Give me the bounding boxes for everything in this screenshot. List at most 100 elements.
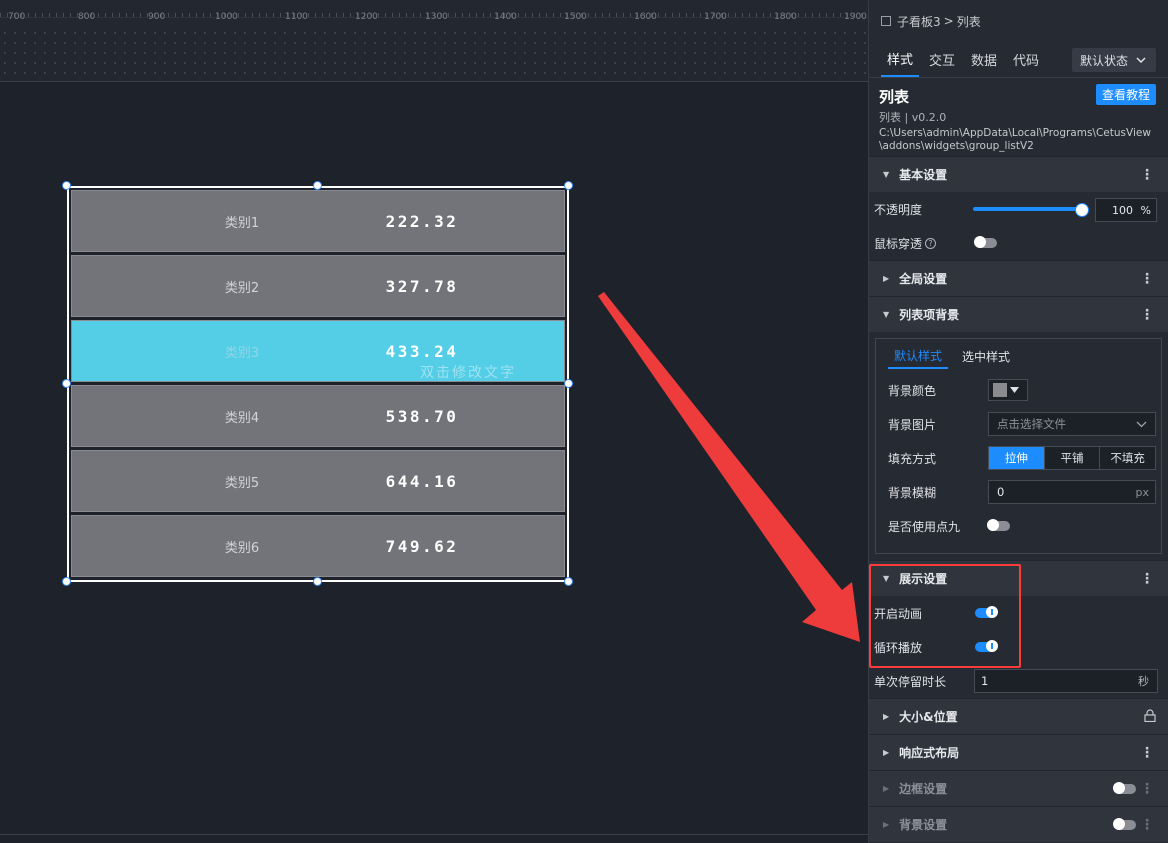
dwell-label: 单次停留时长 xyxy=(874,674,947,689)
list-item[interactable]: 类别2 327.78 xyxy=(71,255,565,317)
section-item-background[interactable]: ▼ 列表项背景 ⋮ xyxy=(869,296,1168,332)
more-icon[interactable]: ⋮ xyxy=(1140,271,1154,287)
resize-handle-br[interactable] xyxy=(564,577,573,586)
opacity-value: 100 xyxy=(1112,203,1133,217)
section-size-position[interactable]: ▶ 大小&位置 xyxy=(869,698,1168,734)
bg-color-picker[interactable] xyxy=(988,379,1028,401)
state-select[interactable]: 默认状态 xyxy=(1072,48,1156,72)
ruler-label: 1400 xyxy=(494,12,517,22)
more-icon[interactable]: ⋮ xyxy=(1140,571,1154,587)
fill-tile-button[interactable]: 平铺 xyxy=(1043,447,1100,469)
breadcrumb-parent[interactable]: 子看板3 xyxy=(897,13,941,30)
ruler-label: 1800 xyxy=(774,12,797,22)
tab-default-style[interactable]: 默认样式 xyxy=(888,343,949,369)
section-global[interactable]: ▶ 全局设置 ⋮ xyxy=(869,260,1168,296)
tutorial-button[interactable]: 查看教程 xyxy=(1095,84,1156,105)
opacity-slider[interactable] xyxy=(973,203,1089,217)
loop-toggle[interactable] xyxy=(975,640,998,652)
dwell-row: 单次停留时长 1 秒 xyxy=(869,664,1168,698)
mouse-through-toggle[interactable] xyxy=(974,236,997,248)
list-item[interactable]: 类别6 749.62 xyxy=(71,515,565,577)
list-item[interactable]: 类别4 538.70 xyxy=(71,385,565,447)
animation-toggle[interactable] xyxy=(975,606,998,618)
nine-patch-label: 是否使用点九 xyxy=(888,519,961,534)
caret-right-icon: ▶ xyxy=(883,784,890,793)
fill-mode-row: 填充方式 拉伸 平铺 不填充 xyxy=(876,441,1161,475)
more-icon[interactable]: ⋮ xyxy=(1140,817,1154,833)
lock-icon[interactable] xyxy=(1144,709,1156,722)
more-icon[interactable]: ⋮ xyxy=(1140,167,1154,183)
bg-image-select[interactable]: 点击选择文件 xyxy=(988,412,1156,436)
breadcrumb: 子看板3 > 列表 xyxy=(869,0,1168,42)
animation-row: 开启动画 xyxy=(869,596,1168,630)
nine-patch-row: 是否使用点九 xyxy=(876,509,1161,543)
resize-handle-b[interactable] xyxy=(313,577,322,586)
list-item-active[interactable]: 类别3 433.24 xyxy=(71,320,565,382)
breadcrumb-current: 列表 xyxy=(956,14,981,29)
opacity-input[interactable]: 100 % xyxy=(1095,198,1157,222)
section-title: 展示设置 xyxy=(899,572,948,586)
fill-mode-label: 填充方式 xyxy=(888,451,937,466)
bg-blur-value: 0 xyxy=(997,485,1005,499)
list-item[interactable]: 类别1 222.32 xyxy=(71,190,565,252)
section-title: 基本设置 xyxy=(899,168,948,182)
caret-right-icon: ▶ xyxy=(883,712,890,721)
nine-patch-toggle[interactable] xyxy=(987,519,1010,531)
opacity-unit: % xyxy=(1140,203,1151,217)
section-display[interactable]: ▼ 展示设置 ⋮ xyxy=(869,560,1168,596)
ruler-label: 900 xyxy=(148,12,166,22)
list-item[interactable]: 类别5 644.16 xyxy=(71,450,565,512)
ruler-dot-grid xyxy=(0,28,868,81)
tab-data[interactable]: 数据 xyxy=(965,41,1003,77)
section-border[interactable]: ▶ 边框设置 ⋮ xyxy=(869,770,1168,806)
fill-stretch-button[interactable]: 拉伸 xyxy=(989,447,1044,469)
bg-image-row: 背景图片 点击选择文件 xyxy=(876,407,1161,441)
ruler-label: 700 xyxy=(8,12,26,22)
annotation-arrow-icon xyxy=(598,292,860,642)
section-background[interactable]: ▶ 背景设置 ⋮ xyxy=(869,806,1168,842)
tab-style[interactable]: 样式 xyxy=(881,41,920,77)
fill-none-button[interactable]: 不填充 xyxy=(1099,447,1156,469)
resize-handle-tr[interactable] xyxy=(564,181,573,190)
list-widget[interactable]: 类别1 222.32 类别2 327.78 类别3 433.24 类别4 538… xyxy=(67,186,569,582)
resize-handle-l[interactable] xyxy=(62,379,71,388)
bg-blur-label: 背景模糊 xyxy=(888,485,937,500)
bg-image-placeholder: 点击选择文件 xyxy=(997,417,1066,431)
help-icon[interactable]: ? xyxy=(925,237,937,249)
more-icon[interactable]: ⋮ xyxy=(1140,745,1154,761)
background-toggle[interactable] xyxy=(1113,818,1136,830)
dwell-input[interactable]: 1 秒 xyxy=(974,669,1158,693)
tab-selected-style[interactable]: 选中样式 xyxy=(956,343,1016,369)
loop-label: 循环播放 xyxy=(874,640,923,655)
widget-version: 列表 | v0.2.0 xyxy=(879,111,947,124)
chevron-down-icon xyxy=(1136,57,1146,63)
color-swatch xyxy=(993,383,1007,397)
canvas-bottom-bar xyxy=(0,834,868,843)
more-icon[interactable]: ⋮ xyxy=(1140,781,1154,797)
list-item-category: 类别5 xyxy=(224,475,260,491)
bg-blur-input[interactable]: 0 px xyxy=(988,480,1156,504)
item-background-box: 默认样式 选中样式 背景颜色 背景图片 点击选择文件 填充方式 拉伸 平铺 不填… xyxy=(875,338,1162,554)
dwell-unit: 秒 xyxy=(1138,675,1149,688)
tab-code[interactable]: 代码 xyxy=(1007,41,1045,77)
resize-handle-t[interactable] xyxy=(313,181,322,190)
list-item-category: 类别3 xyxy=(224,345,260,361)
resize-handle-r[interactable] xyxy=(564,379,573,388)
list-item-value: 327.78 xyxy=(385,276,459,296)
list-item-value: 222.32 xyxy=(385,211,459,231)
tab-interaction[interactable]: 交互 xyxy=(923,41,961,77)
bg-blur-row: 背景模糊 0 px xyxy=(876,475,1161,509)
ruler-label: 1000 xyxy=(215,12,238,22)
list-item-category: 类别6 xyxy=(224,540,260,556)
state-select-value: 默认状态 xyxy=(1080,53,1129,68)
more-icon[interactable]: ⋮ xyxy=(1140,307,1154,323)
section-basic[interactable]: ▼ 基本设置 ⋮ xyxy=(869,156,1168,192)
border-toggle[interactable] xyxy=(1113,782,1136,794)
ruler-label: 1500 xyxy=(564,12,587,22)
resize-handle-tl[interactable] xyxy=(62,181,71,190)
resize-handle-bl[interactable] xyxy=(62,577,71,586)
section-responsive[interactable]: ▶ 响应式布局 ⋮ xyxy=(869,734,1168,770)
section-title: 列表项背景 xyxy=(899,308,960,322)
opacity-label: 不透明度 xyxy=(874,202,923,217)
caret-down-icon xyxy=(1010,387,1019,393)
